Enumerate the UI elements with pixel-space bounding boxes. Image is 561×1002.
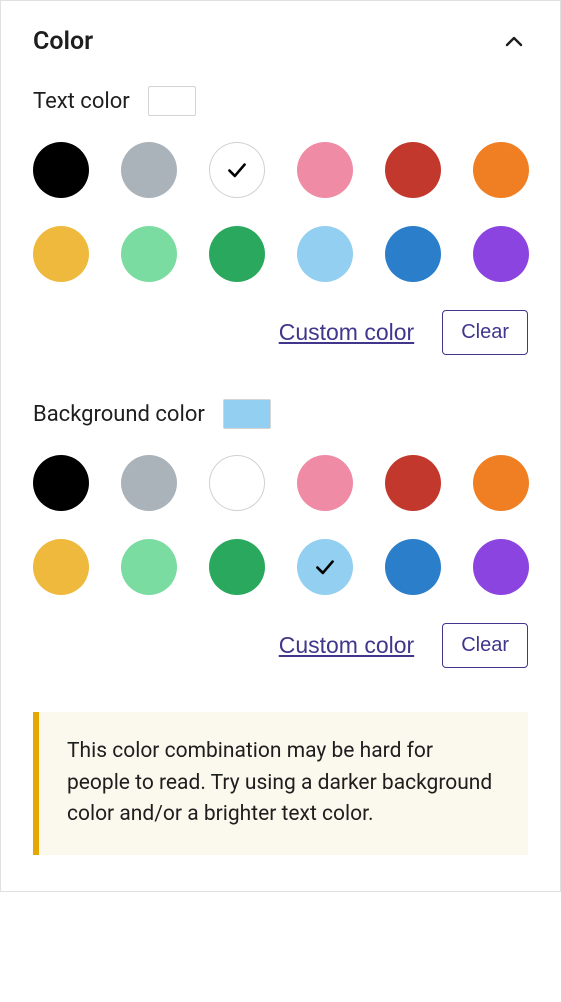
text-color-swatch-amber[interactable] <box>33 226 89 282</box>
background-color-swatch-amber[interactable] <box>33 539 89 595</box>
background-color-section: Background color Custom color Clear <box>33 399 528 668</box>
background-color-swatch-light-blue[interactable] <box>297 539 353 595</box>
text-color-swatch-red[interactable] <box>385 142 441 198</box>
background-color-swatch-white[interactable] <box>209 455 265 511</box>
text-color-custom-link[interactable]: Custom color <box>279 319 414 346</box>
background-color-swatch-purple[interactable] <box>473 539 529 595</box>
background-color-swatch-orange[interactable] <box>473 455 529 511</box>
text-color-section: Text color Custom color Clear <box>33 86 528 355</box>
contrast-warning-notice: This color combination may be hard for p… <box>33 712 528 855</box>
text-color-swatch-gray[interactable] <box>121 142 177 198</box>
color-panel-title: Color <box>33 27 93 56</box>
background-color-clear-button[interactable]: Clear <box>442 623 528 668</box>
text-color-swatch-black[interactable] <box>33 142 89 198</box>
contrast-warning-text: This color combination may be hard for p… <box>67 739 492 826</box>
text-color-swatch-purple[interactable] <box>473 226 529 282</box>
text-color-swatch-white[interactable] <box>209 142 265 198</box>
background-color-swatch-green[interactable] <box>209 539 265 595</box>
background-color-label: Background color <box>33 402 205 427</box>
text-color-current-swatch <box>148 86 196 116</box>
check-icon <box>224 157 250 183</box>
text-color-swatch-blue[interactable] <box>385 226 441 282</box>
background-color-custom-link[interactable]: Custom color <box>279 632 414 659</box>
color-panel-wrapper: Color Text color Custom color Clear Back… <box>0 0 561 892</box>
check-icon <box>312 554 338 580</box>
color-panel-header[interactable]: Color <box>33 27 528 56</box>
background-color-swatch-black[interactable] <box>33 455 89 511</box>
text-color-swatch-orange[interactable] <box>473 142 529 198</box>
background-color-swatch-red[interactable] <box>385 455 441 511</box>
text-color-clear-button[interactable]: Clear <box>442 310 528 355</box>
background-color-swatch-blue[interactable] <box>385 539 441 595</box>
background-color-swatch-pink[interactable] <box>297 455 353 511</box>
text-color-swatch-mint[interactable] <box>121 226 177 282</box>
text-color-swatch-green[interactable] <box>209 226 265 282</box>
background-color-swatch-gray[interactable] <box>121 455 177 511</box>
background-color-swatch-mint[interactable] <box>121 539 177 595</box>
text-color-swatch-grid <box>33 142 528 282</box>
text-color-swatch-pink[interactable] <box>297 142 353 198</box>
text-color-swatch-light-blue[interactable] <box>297 226 353 282</box>
background-color-swatch-grid <box>33 455 528 595</box>
background-color-current-swatch <box>223 399 271 429</box>
chevron-up-icon <box>500 28 528 56</box>
text-color-label: Text color <box>33 89 130 114</box>
